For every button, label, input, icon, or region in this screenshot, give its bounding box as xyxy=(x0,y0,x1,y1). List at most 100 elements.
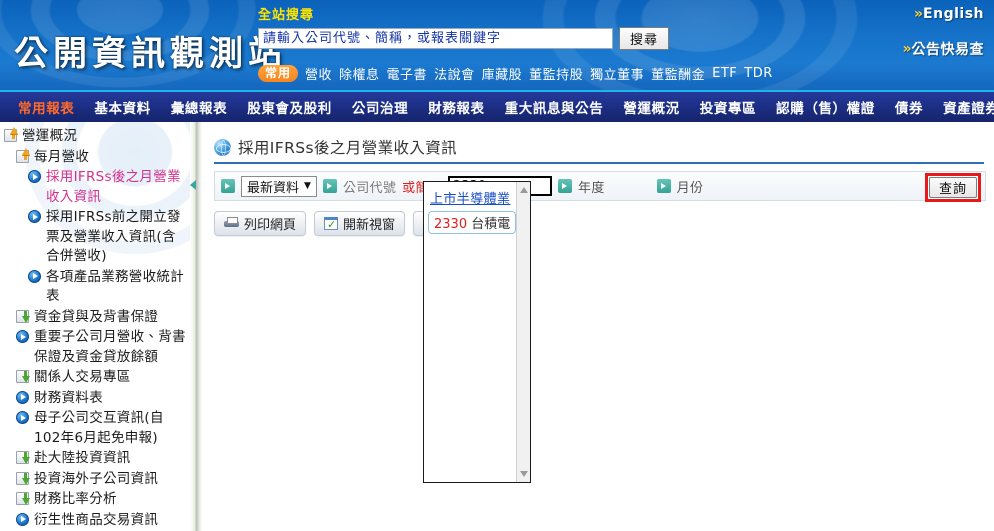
query-button-highlight: 查詢 xyxy=(924,173,981,202)
sidebar-item-ifrs-after-monthly-revenue[interactable]: 採用IFRSs後之月營業收入資訊 xyxy=(2,168,190,208)
quick-link-director-holdings[interactable]: 董監持股 xyxy=(529,64,583,83)
sidebar-item-label: 衍生性商品交易資訊 xyxy=(34,511,159,528)
blue-bullet-icon xyxy=(28,170,43,186)
globe-icon xyxy=(214,138,231,156)
nav-shareholder-dividend[interactable]: 股東會及股利 xyxy=(237,97,342,117)
folder-down-icon xyxy=(16,451,31,467)
sidebar-collapse-arrow-icon[interactable] xyxy=(190,180,196,190)
quick-link-director-pay[interactable]: 董監酬金 xyxy=(651,64,705,83)
sidebar-item-overseas-subsidiary[interactable]: 投資海外子公司資訊 xyxy=(2,470,190,491)
quick-link-conference[interactable]: 法說會 xyxy=(434,64,475,83)
nav-material-news[interactable]: 重大訊息與公告 xyxy=(495,97,614,117)
folder-up-icon xyxy=(4,129,19,145)
sidebar-item-derivatives-trading[interactable]: 衍生性商品交易資訊 xyxy=(2,511,190,531)
sidebar-item-related-party-transactions[interactable]: 關係人交易專區 xyxy=(2,368,190,389)
site-logo: 公開資訊觀測站 xyxy=(14,34,287,74)
quick-link-etf[interactable]: ETF xyxy=(712,66,737,81)
sidebar-item-label: 赴大陸投資資訊 xyxy=(34,450,131,466)
global-search-button[interactable]: 搜尋 xyxy=(619,27,669,50)
sidebar-item-label: 關係人交易專區 xyxy=(34,369,131,385)
query-button[interactable]: 查詢 xyxy=(928,177,977,198)
blue-bullet-icon xyxy=(28,210,43,226)
page-title-row: 採用IFRSs後之月營業收入資訊 xyxy=(214,136,984,164)
global-search-label: 全站搜尋 xyxy=(258,8,315,23)
quick-link-ex-dividend[interactable]: 除權息 xyxy=(339,64,380,83)
sidebar-tree: 營運概況 每月營收 採用IFRSs後之月營業收入資訊 採用IFRSs前之開立發票… xyxy=(0,122,190,531)
nav-common-reports[interactable]: 常用報表 xyxy=(8,97,84,117)
scroll-up-arrow-icon[interactable] xyxy=(520,187,529,193)
page-title: 採用IFRSs後之月營業收入資訊 xyxy=(238,139,458,157)
nav-investment-zone[interactable]: 投資專區 xyxy=(690,97,766,117)
double-chevron-icon: » xyxy=(914,6,923,22)
sidebar-divider xyxy=(190,122,202,531)
corner-links: » English » 公告快易查 xyxy=(902,6,984,76)
sidebar-item-label: 投資海外子公司資訊 xyxy=(34,470,159,487)
sidebar-item-loans-endorsements[interactable]: 資金貸與及背書保證 xyxy=(2,308,190,329)
dataset-select-value: 最新資料 xyxy=(247,180,300,196)
announcement-search-link[interactable]: » 公告快易查 xyxy=(902,39,984,59)
quick-link-revenue[interactable]: 營收 xyxy=(305,64,332,83)
folder-down-icon xyxy=(16,492,31,508)
scroll-down-arrow-icon[interactable] xyxy=(520,471,529,477)
nav-financial-reports[interactable]: 財務報表 xyxy=(418,97,494,117)
sidebar-item-subsidiary-revenue[interactable]: 重要子公司月營收、背書保證及資金貸放餘額 xyxy=(2,328,190,368)
printer-icon xyxy=(224,217,239,230)
year-label: 年度 xyxy=(578,180,605,196)
sidebar-item-label: 每月營收 xyxy=(34,148,90,165)
company-autocomplete-dropdown[interactable]: 上市半導體業 2330 台積電 xyxy=(423,181,531,483)
print-page-label: 列印網頁 xyxy=(244,218,297,233)
nav-warrants[interactable]: 認購（售）權證 xyxy=(766,97,885,117)
sidebar-item-monthly-revenue[interactable]: 每月營收 xyxy=(2,148,190,169)
quick-link-ebook[interactable]: 電子書 xyxy=(387,64,428,83)
blue-bullet-icon xyxy=(16,512,31,529)
month-label: 月份 xyxy=(676,180,704,196)
blue-bullet-icon xyxy=(16,411,31,427)
folder-down-icon xyxy=(16,370,31,386)
nav-basic-info[interactable]: 基本資料 xyxy=(84,97,160,117)
sidebar-item-parent-subsidiary-info[interactable]: 母子公司交互資訊(自102年6月起免申報) xyxy=(2,409,190,449)
announcement-search-label: 公告快易查 xyxy=(911,42,984,58)
quick-link-independent-director[interactable]: 獨立董事 xyxy=(590,64,644,83)
sidebar-item-operations-overview[interactable]: 營運概況 xyxy=(2,127,190,148)
new-window-button[interactable]: 開新視窗 xyxy=(314,211,406,236)
print-page-button[interactable]: 列印網頁 xyxy=(214,211,307,236)
quick-link-treasury[interactable]: 庫藏股 xyxy=(482,64,523,83)
company-code-label: 公司代號 xyxy=(342,180,397,196)
global-search-input[interactable] xyxy=(258,28,613,49)
english-link-label: English xyxy=(923,6,984,22)
autocomplete-list: 上市半導體業 2330 台積電 xyxy=(424,182,517,482)
main-navigation: 常用報表 基本資料 彙總報表 股東會及股利 公司治理 財務報表 重大訊息與公告 … xyxy=(0,90,994,122)
sidebar-item-product-revenue-stats[interactable]: 各項產品業務營收統計表 xyxy=(2,268,190,308)
sidebar-item-label: 採用IFRSs前之開立發票及營業收入資訊(含合併營收) xyxy=(46,209,181,264)
sidebar-item-financial-ratio-analysis[interactable]: 財務比率分析 xyxy=(2,490,190,511)
sidebar-item-ifrs-before-invoice-revenue[interactable]: 採用IFRSs前之開立發票及營業收入資訊(含合併營收) xyxy=(2,208,190,268)
blue-bullet-icon xyxy=(28,269,43,286)
nav-operations-overview[interactable]: 營運概況 xyxy=(613,97,689,117)
sidebar-item-label: 各項產品業務營收統計表 xyxy=(46,268,184,305)
quick-link-tdr[interactable]: TDR xyxy=(744,66,772,81)
nav-bonds[interactable]: 債券 xyxy=(885,97,933,117)
autocomplete-option-2330[interactable]: 2330 台積電 xyxy=(428,211,517,234)
sidebar-item-financial-data-table[interactable]: 財務資料表 xyxy=(2,389,190,410)
sidebar-item-label: 資金貸與及背書保證 xyxy=(34,308,159,325)
arrow-right-icon xyxy=(322,179,337,193)
action-button-row: 列印網頁 開新視窗 問題 xyxy=(214,211,986,236)
folder-down-icon xyxy=(16,471,31,488)
sidebar-item-mainland-investment[interactable]: 赴大陸投資資訊 xyxy=(2,449,190,470)
sidebar-item-label: 採用IFRSs後之月營業收入資訊 xyxy=(46,169,181,205)
nav-asset-securitization[interactable]: 資產證券化 xyxy=(933,97,994,117)
dataset-select[interactable]: 最新資料 ▼ xyxy=(241,175,317,197)
english-link[interactable]: » English xyxy=(902,6,984,22)
arrow-right-icon xyxy=(558,179,573,193)
autocomplete-group-label[interactable]: 上市半導體業 xyxy=(428,187,516,211)
nav-corporate-governance[interactable]: 公司治理 xyxy=(342,97,418,117)
arrow-right-icon xyxy=(221,179,235,193)
folder-down-icon xyxy=(16,309,31,326)
nav-summary-reports[interactable]: 彙總報表 xyxy=(161,97,237,117)
sidebar-item-label: 重要子公司月營收、背書保證及資金貸放餘額 xyxy=(34,329,186,365)
double-chevron-icon: » xyxy=(902,41,911,57)
autocomplete-option-name: 台積電 xyxy=(471,217,511,232)
autocomplete-scrollbar[interactable] xyxy=(516,182,530,482)
sidebar-item-label: 營運概況 xyxy=(22,128,78,144)
sidebar-item-label: 財務資料表 xyxy=(34,389,103,406)
